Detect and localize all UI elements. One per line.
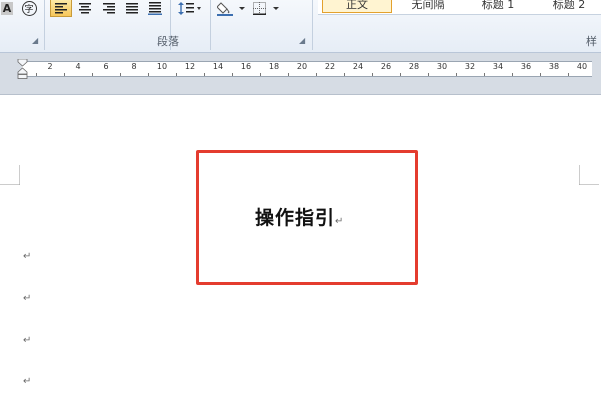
ruler-number: 2 [47,62,53,71]
paragraph-mark: ↵ [23,335,32,346]
ruler-number: 24 [352,62,364,71]
ruler-tick [540,73,541,76]
ruler-tick [36,73,37,76]
style-heading-2-label: 标题 2 [552,0,586,11]
ruler-strip[interactable]: 2 4 6 8 10 12 14 16 18 20 22 24 26 28 30 32 34 36 38 40 [22,61,592,77]
style-normal-label: 正文 [346,0,368,11]
ruler-tick [316,73,317,76]
ruler-tick [400,73,401,76]
style-heading-2[interactable]: 标题 2 [540,0,598,13]
justify-icon [126,3,138,14]
ruler-number: 20 [296,62,308,71]
distributed-button[interactable] [145,0,165,17]
paragraph-mark: ↵ [23,251,32,262]
borders-button[interactable] [252,0,282,17]
shading-icon [217,2,245,16]
ruler-number: 40 [576,62,588,71]
ruler-number: 38 [548,62,560,71]
ruler-tick [232,73,233,76]
font-group-launcher-icon[interactable]: ◢ [32,36,38,45]
paragraph-group-label: 段落 [157,35,179,48]
ruler-tick [260,73,261,76]
justify-button[interactable] [122,0,142,17]
ruler-tick [568,73,569,76]
enclosed-char-button[interactable]: 字 [20,0,38,17]
shading-button[interactable] [216,0,248,17]
ruler-number: 18 [268,62,280,71]
ruler-tick [204,73,205,76]
ruler-tick [512,73,513,76]
style-no-spacing[interactable]: 无间隔 [398,0,458,13]
align-center-icon [79,3,91,14]
ruler-number: 12 [184,62,196,71]
indent-marker-icon[interactable] [17,59,28,79]
ruler: 2 4 6 8 10 12 14 16 18 20 22 24 26 28 30 32 34 36 38 40 [0,53,601,95]
ruler-number: 34 [492,62,504,71]
align-left-icon [55,2,67,13]
distributed-icon [148,2,162,15]
style-heading-1-label: 标题 1 [481,0,515,11]
heading-text: 操作指引 [255,207,336,229]
ruler-tick [288,73,289,76]
style-no-spacing-label: 无间隔 [411,0,445,11]
align-right-icon [103,3,115,14]
ruler-tick [372,73,373,76]
style-normal[interactable]: 正文 [322,0,392,13]
document-heading[interactable]: 操作指引↵ [255,203,344,230]
ruler-tick [92,73,93,76]
ruler-number: 36 [520,62,532,71]
paragraph-group-launcher-icon[interactable]: ◢ [299,36,305,45]
margin-corner-mark [579,165,599,185]
ribbon: A 字 ◢ 段落 ◢ 正文 无间隔 标题 1 标题 2 样 [0,0,601,53]
styles-gallery[interactable]: 正文 无间隔 标题 1 标题 2 [318,0,601,15]
styles-group-label: 样 [586,35,597,48]
align-left-button[interactable] [50,0,72,17]
align-center-button[interactable] [75,0,95,17]
ruler-number: 26 [380,62,392,71]
paragraph-mark: ↵ [23,293,32,304]
ruler-number: 32 [464,62,476,71]
ruler-number: 16 [240,62,252,71]
ruler-tick [148,73,149,76]
ruler-tick [64,73,65,76]
ruler-number: 28 [408,62,420,71]
char-shading-icon: A [0,2,14,15]
ruler-number: 22 [324,62,336,71]
ruler-number: 14 [212,62,224,71]
align-right-button[interactable] [99,0,119,17]
ruler-tick [456,73,457,76]
ruler-number: 30 [436,62,448,71]
enclosed-char-icon: 字 [21,1,37,16]
line-spacing-button[interactable] [176,0,204,17]
borders-icon [253,2,279,15]
ruler-tick [344,73,345,76]
ribbon-separator [44,0,45,50]
ruler-tick [120,73,121,76]
ruler-tick [176,73,177,76]
margin-corner-mark [0,165,20,185]
ruler-number: 8 [131,62,137,71]
paragraph-mark: ↵ [23,376,32,387]
ruler-tick [428,73,429,76]
ruler-number: 6 [103,62,109,71]
ruler-tick [484,73,485,76]
ribbon-separator [210,0,211,50]
ribbon-separator [312,0,313,50]
ruler-number: 4 [75,62,81,71]
char-shading-button[interactable]: A [0,0,14,17]
paragraph-mark: ↵ [335,216,345,227]
style-heading-1[interactable]: 标题 1 [468,0,528,13]
ruler-number: 10 [156,62,168,71]
line-spacing-icon [178,2,201,15]
